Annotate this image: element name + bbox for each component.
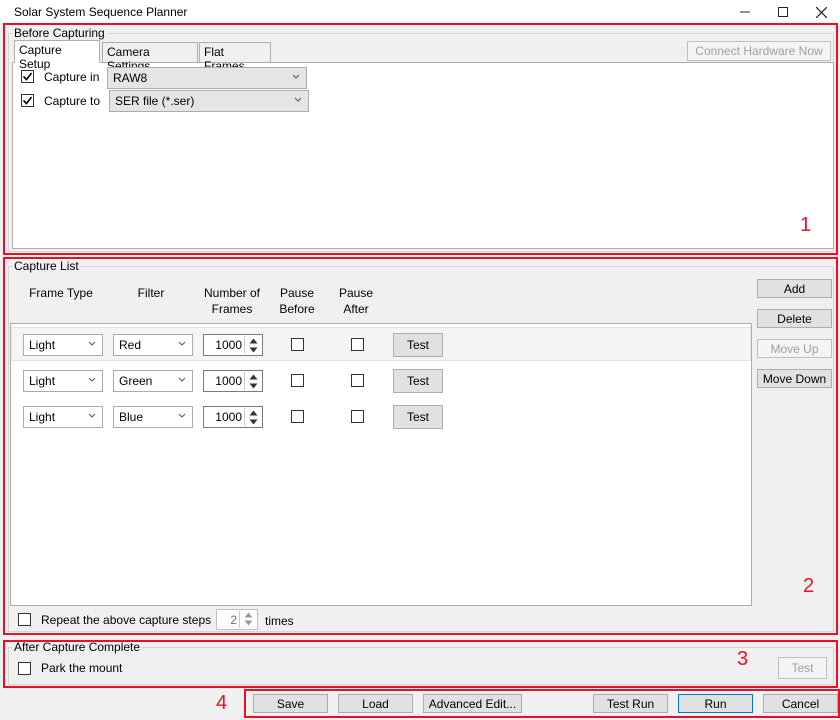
annotation-box-4 bbox=[244, 689, 840, 718]
annotation-box-3 bbox=[3, 640, 838, 688]
annotation-number-2: 2 bbox=[803, 575, 815, 597]
annotation-box-2 bbox=[3, 257, 838, 635]
window-title: Solar System Sequence Planner bbox=[14, 5, 188, 19]
annotation-box-1 bbox=[3, 23, 838, 255]
title-bar: Solar System Sequence Planner bbox=[0, 0, 840, 24]
close-icon[interactable] bbox=[798, 0, 840, 24]
annotation-number-1: 1 bbox=[800, 214, 812, 236]
annotation-number-4: 4 bbox=[216, 692, 228, 714]
annotation-number-3: 3 bbox=[737, 648, 749, 670]
